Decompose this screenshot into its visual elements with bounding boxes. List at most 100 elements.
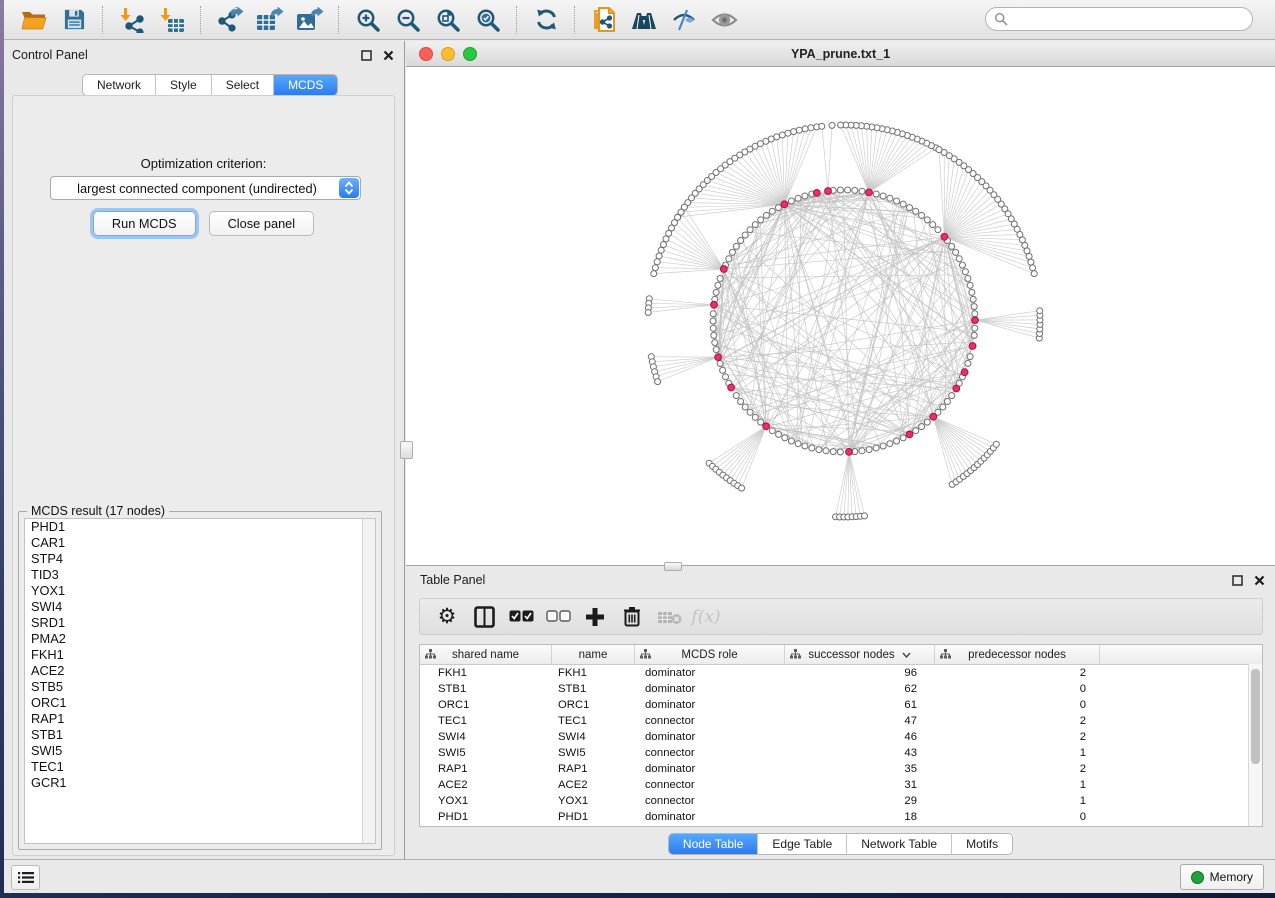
vertical-splitter-handle[interactable] (400, 441, 413, 459)
float-panel-icon[interactable] (358, 47, 374, 63)
deselect-all-button[interactable] (543, 603, 573, 631)
mcds-result-item[interactable]: STB1 (25, 727, 375, 743)
table-cell: 47 (785, 715, 935, 727)
table-options-button[interactable]: ⚙ (432, 603, 462, 631)
export-network-button[interactable] (213, 4, 247, 36)
clone-network-button[interactable] (587, 4, 621, 36)
eye-icon (711, 9, 738, 31)
mcds-result-item[interactable]: ACE2 (25, 663, 375, 679)
open-file-button[interactable] (17, 4, 51, 36)
table-cell: 31 (785, 779, 935, 791)
find-network-button[interactable] (627, 4, 661, 36)
tab-style[interactable]: Style (156, 75, 212, 95)
table-row[interactable]: YOX1YOX1connector291 (420, 793, 1262, 809)
mcds-result-item[interactable]: PMA2 (25, 631, 375, 647)
zoom-fit-button[interactable] (431, 4, 465, 36)
float-table-panel-icon[interactable] (1229, 572, 1245, 588)
table-scrollbar[interactable] (1248, 664, 1262, 826)
table-row[interactable]: FKH1FKH1dominator962 (420, 665, 1262, 681)
node-table-body[interactable]: FKH1FKH1dominator962STB1STB1dominator620… (420, 665, 1262, 825)
table-scrollbar-thumb[interactable] (1251, 669, 1260, 764)
mcds-list-scrollbar[interactable] (362, 519, 375, 843)
column-header-mcds-role[interactable]: MCDS role (635, 645, 785, 664)
zoom-in-button[interactable] (351, 4, 385, 36)
table-row[interactable]: SWI4SWI4dominator462 (420, 729, 1262, 745)
mcds-result-item[interactable]: SWI5 (25, 743, 375, 759)
column-header-successor-nodes[interactable]: successor nodes (785, 645, 935, 664)
table-row[interactable]: ACE2ACE2connector311 (420, 777, 1262, 793)
tab-mcds[interactable]: MCDS (274, 75, 337, 95)
import-network-button[interactable] (115, 4, 149, 36)
import-table-button[interactable] (155, 4, 189, 36)
network-canvas[interactable] (406, 67, 1275, 565)
table-row[interactable]: TEC1TEC1connector472 (420, 713, 1262, 729)
mcds-result-title: MCDS result (17 nodes) (27, 504, 169, 518)
split-view-button[interactable] (469, 603, 499, 631)
table-cell: 96 (785, 667, 935, 679)
tab-edge-table[interactable]: Edge Table (758, 834, 847, 854)
tab-network[interactable]: Network (83, 75, 156, 95)
mcds-result-item[interactable]: TID3 (25, 567, 375, 583)
refresh-view-button[interactable] (529, 4, 563, 36)
add-column-button[interactable] (580, 603, 610, 631)
column-header-name[interactable]: name (552, 645, 635, 664)
mcds-result-item[interactable]: SRD1 (25, 615, 375, 631)
mcds-result-item[interactable]: TEC1 (25, 759, 375, 775)
tab-motifs[interactable]: Motifs (952, 834, 1012, 854)
criterion-select[interactable]: largest connected component (undirected) (50, 176, 361, 200)
search-box[interactable] (985, 7, 1253, 31)
show-eye-button[interactable] (707, 4, 741, 36)
tab-network-table[interactable]: Network Table (847, 834, 952, 854)
select-stepper-icon (339, 178, 359, 198)
mcds-result-item[interactable]: YOX1 (25, 583, 375, 599)
table-cell: 1 (935, 779, 1100, 791)
mcds-result-item[interactable]: CAR1 (25, 535, 375, 551)
export-image-button[interactable] (293, 4, 327, 36)
table-row[interactable]: STB1STB1dominator620 (420, 681, 1262, 697)
column-header-shared-name[interactable]: shared name (420, 645, 552, 664)
mcds-result-item[interactable]: PHD1 (25, 519, 375, 535)
save-session-button[interactable] (57, 4, 91, 36)
table-row[interactable]: PHD1PHD1dominator180 (420, 809, 1262, 825)
table-cell: 0 (935, 811, 1100, 823)
mcds-result-item[interactable]: SWI4 (25, 599, 375, 615)
table-cell: dominator (635, 763, 785, 775)
mcds-result-item[interactable]: RAP1 (25, 711, 375, 727)
network-window-titlebar[interactable]: YPA_prune.txt_1 (406, 41, 1275, 67)
memory-button[interactable]: Memory (1180, 864, 1264, 890)
select-all-button[interactable] (506, 603, 536, 631)
column-header-predecessor-nodes[interactable]: predecessor nodes (935, 645, 1100, 664)
run-mcds-button[interactable]: Run MCDS (93, 211, 196, 236)
export-table-button[interactable] (253, 4, 287, 36)
mcds-result-item[interactable]: GCR1 (25, 775, 375, 791)
hide-panel-button[interactable] (667, 4, 701, 36)
horizontal-splitter-handle[interactable] (664, 562, 682, 571)
mcds-result-item[interactable]: ORC1 (25, 695, 375, 711)
close-table-panel-icon[interactable] (1251, 572, 1267, 588)
table-cell: RAP1 (420, 763, 552, 775)
zoom-selected-button[interactable] (471, 4, 505, 36)
table-cell: PHD1 (420, 811, 552, 823)
search-input[interactable] (1013, 11, 1252, 27)
close-panel-button[interactable]: Close panel (209, 211, 315, 236)
task-history-button[interactable] (11, 865, 40, 890)
table-cell: 18 (785, 811, 935, 823)
mcds-result-item[interactable]: STB5 (25, 679, 375, 695)
table-cell: ORC1 (420, 699, 552, 711)
mcds-result-list[interactable]: PHD1CAR1STP4TID3YOX1SWI4SRD1PMA2FKH1ACE2… (24, 518, 376, 844)
table-row[interactable]: RAP1RAP1dominator352 (420, 761, 1262, 777)
table-row[interactable]: ORC1ORC1dominator610 (420, 697, 1262, 713)
tab-select[interactable]: Select (212, 75, 274, 95)
mcds-result-item[interactable]: FKH1 (25, 647, 375, 663)
table-cell: TEC1 (552, 715, 635, 727)
table-row[interactable]: SWI5SWI5connector431 (420, 745, 1262, 761)
function-icon: f(x) (691, 607, 720, 627)
zoom-out-button[interactable] (391, 4, 425, 36)
refresh-icon (534, 7, 559, 32)
desktop: Control Panel Network Style Select MCDS … (0, 0, 1275, 898)
network-graph[interactable] (406, 67, 1275, 565)
tab-node-table[interactable]: Node Table (669, 834, 759, 854)
delete-column-button[interactable] (617, 603, 647, 631)
close-panel-icon[interactable] (380, 47, 396, 63)
mcds-result-item[interactable]: STP4 (25, 551, 375, 567)
